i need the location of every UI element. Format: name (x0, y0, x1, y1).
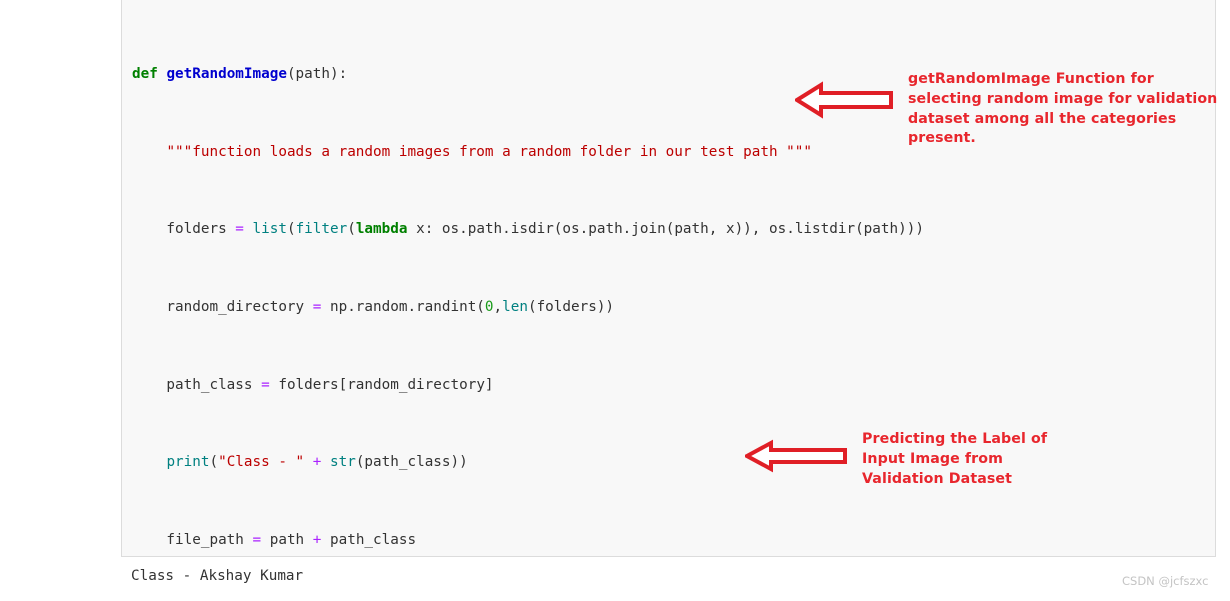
code-line: folders = list(filter(lambda x: os.path.… (132, 221, 924, 238)
watermark: CSDN @jcfszxc (1122, 574, 1209, 588)
code-line: print("Class - " + str(path_class)) (166, 454, 468, 471)
code-line: path_class = folders[random_directory] (132, 376, 494, 393)
code-line: file_path = path + path_class (132, 531, 417, 548)
code-line: """function loads a random images from a… (166, 143, 812, 160)
console-output-line: Class - Akshay Kumar (131, 568, 304, 584)
annotation-text: getRandomImage Function for selecting ra… (908, 71, 1218, 147)
left-arrow-icon (795, 80, 895, 120)
annotation-text: Predicting the Label of Input Image from… (862, 431, 1048, 487)
code-line: random_directory = np.random.randint(0,l… (132, 299, 615, 316)
left-arrow-icon (745, 438, 850, 474)
